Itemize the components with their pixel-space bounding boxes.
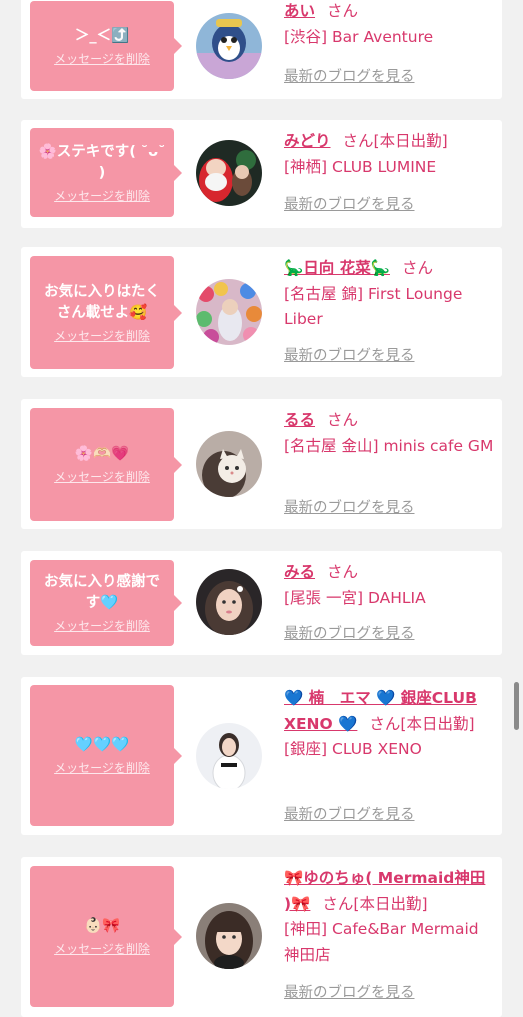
- latest-blog-link[interactable]: 最新のブログを見る: [284, 195, 415, 215]
- woman-white-dress-icon: [196, 723, 262, 789]
- latest-blog-link[interactable]: 最新のブログを見る: [284, 498, 415, 518]
- avatar[interactable]: [196, 431, 262, 497]
- cat-filter-photo-icon: [196, 431, 262, 497]
- message-text: お気に入りはたくさん載せよ🥰: [44, 283, 160, 321]
- favorite-card: 🌸🫶🏻💗 メッセージを削除 るる さん [名古屋 金山] minis cafe G…: [21, 399, 502, 529]
- balloons-photo-icon: [196, 279, 262, 345]
- avatar[interactable]: [196, 140, 262, 206]
- cast-info: あい さん [渋谷] Bar Aventure: [284, 0, 494, 50]
- shop-name: [神田] Cafe&Bar Mermaid神田店: [284, 920, 479, 964]
- message-bubble: 🌸🫶🏻💗 メッセージを削除: [30, 408, 182, 521]
- shop-name: [銀座] CLUB XENO: [284, 740, 422, 758]
- message-bubble: 👶🏻🎀 メッセージを削除: [30, 866, 182, 1007]
- latest-blog-link[interactable]: 最新のブログを見る: [284, 805, 415, 825]
- delete-message-link[interactable]: メッセージを削除: [54, 760, 150, 776]
- san-label: さん: [327, 563, 359, 581]
- delete-message-link[interactable]: メッセージを削除: [54, 328, 150, 344]
- favorite-card: ＞_＜⤴️ メッセージを削除 あい さん [渋谷] Bar Aventure 最新…: [21, 0, 502, 99]
- woman-photo-icon: [196, 569, 262, 635]
- shop-name: [渋谷] Bar Aventure: [284, 27, 434, 46]
- latest-blog-link[interactable]: 最新のブログを見る: [284, 624, 415, 644]
- woman-bangs-photo-icon: [196, 903, 262, 969]
- avatar[interactable]: [196, 13, 262, 79]
- working-today-label: [本日出勤]: [353, 894, 428, 913]
- san-label: さん: [327, 411, 359, 429]
- delete-message-link[interactable]: メッセージを削除: [54, 941, 150, 957]
- message-text: ＞_＜⤴️: [74, 27, 130, 44]
- message-text: 👶🏻🎀: [83, 918, 121, 934]
- message-bubble: お気に入り感謝です🩵 メッセージを削除: [30, 560, 182, 646]
- cast-name-link[interactable]: みどり: [284, 132, 331, 150]
- latest-blog-link[interactable]: 最新のブログを見る: [284, 67, 415, 87]
- cast-info: 💙 楠 エマ 💙 銀座CLUB XENO 💙 さん[本日出勤] [銀座] CLUB…: [284, 686, 494, 763]
- message-text: 🌸🫶🏻💗: [74, 446, 130, 462]
- favorite-card: 🩵🩵🩵 メッセージを削除 💙 楠 エマ 💙 銀座CLUB XENO 💙 さん[本日…: [21, 677, 502, 835]
- avatar[interactable]: [196, 279, 262, 345]
- cast-info: 🎀ゆのちゅ( Mermaid神田 )🎀 さん[本日出勤] [神田] Cafe&Ba…: [284, 866, 494, 968]
- cast-info: 🦕日向 花菜🦕 さん [名古屋 錦] First Lounge Liber: [284, 256, 494, 333]
- working-today-label: [本日出勤]: [400, 714, 475, 733]
- san-label: さん: [402, 259, 434, 277]
- cast-info: みどり さん[本日出勤] [神栖] CLUB LUMINE: [284, 129, 494, 180]
- favorite-card: 👶🏻🎀 メッセージを削除 🎀ゆのちゅ( Mermaid神田 )🎀 さん[本日出勤]…: [21, 857, 502, 1017]
- working-today-label: [本日出勤]: [373, 132, 448, 150]
- favorite-card: お気に入りはたくさん載せよ🥰 メッセージを削除 🦕日向 花菜🦕 さん [名古屋 錦…: [21, 247, 502, 377]
- delete-message-link[interactable]: メッセージを削除: [54, 188, 150, 204]
- cast-name-link[interactable]: 🦕日向 花菜🦕: [284, 259, 390, 277]
- message-text: お気に入り感謝です🩵: [44, 574, 160, 611]
- cast-name-link[interactable]: あい: [284, 2, 315, 20]
- latest-blog-link[interactable]: 最新のブログを見る: [284, 983, 415, 1003]
- message-text: 🌸ステキです( ˘ᴗ˘ ): [38, 143, 166, 181]
- cast-name-link[interactable]: みる: [284, 563, 315, 581]
- message-bubble: 🩵🩵🩵 メッセージを削除: [30, 685, 182, 826]
- cast-info: みる さん [尾張 一宮] DAHLIA: [284, 560, 494, 611]
- shop-name: [尾張 一宮] DAHLIA: [284, 588, 426, 607]
- santa-photo-icon: [196, 140, 262, 206]
- message-text: 🩵🩵🩵: [74, 737, 130, 753]
- message-bubble: お気に入りはたくさん載せよ🥰 メッセージを削除: [30, 256, 182, 369]
- penguin-character-icon: [196, 13, 262, 79]
- avatar[interactable]: [196, 723, 262, 789]
- avatar[interactable]: [196, 569, 262, 635]
- delete-message-link[interactable]: メッセージを削除: [54, 51, 150, 67]
- san-label: さん: [369, 714, 401, 733]
- san-label: さん: [327, 2, 359, 20]
- cast-name-link[interactable]: るる: [284, 411, 315, 429]
- san-label: さん: [342, 132, 374, 150]
- favorite-card: 🌸ステキです( ˘ᴗ˘ ) メッセージを削除 みどり さん[本日出勤] [神栖] …: [21, 120, 502, 228]
- favorite-card: お気に入り感謝です🩵 メッセージを削除 みる さん [尾張 一宮] DAHLIA …: [21, 551, 502, 655]
- shop-name: [名古屋 錦] First Lounge Liber: [284, 284, 463, 329]
- message-bubble: 🌸ステキです( ˘ᴗ˘ ) メッセージを削除: [30, 128, 182, 217]
- shop-name: [名古屋 金山] minis cafe GM: [284, 436, 494, 455]
- scrollbar[interactable]: [514, 682, 519, 730]
- shop-name: [神栖] CLUB LUMINE: [284, 157, 437, 176]
- avatar[interactable]: [196, 903, 262, 969]
- message-bubble: ＞_＜⤴️ メッセージを削除: [30, 1, 182, 91]
- delete-message-link[interactable]: メッセージを削除: [54, 469, 150, 485]
- cast-info: るる さん [名古屋 金山] minis cafe GM: [284, 408, 494, 459]
- delete-message-link[interactable]: メッセージを削除: [54, 618, 150, 634]
- san-label: さん: [322, 894, 354, 913]
- latest-blog-link[interactable]: 最新のブログを見る: [284, 346, 415, 366]
